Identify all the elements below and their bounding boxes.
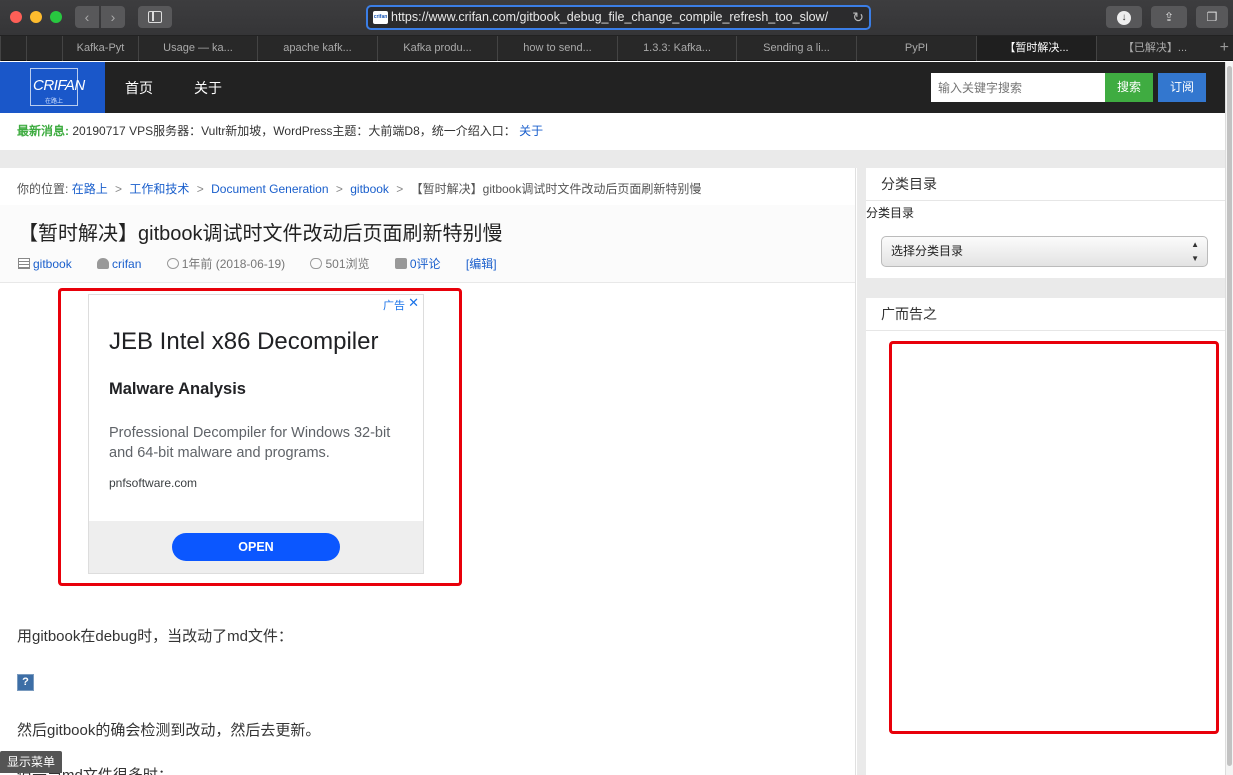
meta-edit: [编辑] [466,255,497,272]
tab-overview-button[interactable]: ❐ [1196,6,1228,28]
category-widget: 分类目录 分类目录 选择分类目录 ▲ ▼ [866,168,1226,278]
widget-title: 分类目录 [866,168,1226,201]
article-header: 【暂时解决】gitbook调试时文件改动后页面刷新特别慢 gitbook cri… [0,205,855,283]
breadcrumb-item[interactable]: Document Generation [211,182,328,196]
news-label: 最新消息: [17,124,69,138]
maximize-window-button[interactable] [50,11,62,23]
nav-home-link[interactable]: 首页 [125,78,153,98]
tab[interactable]: apache kafk... [257,36,377,61]
sidebar-toggle-button[interactable] [138,6,172,28]
nav-about-link[interactable]: 关于 [194,78,222,98]
meta-views: 501浏览 [310,255,370,272]
category-link[interactable]: gitbook [33,257,72,271]
article-meta: gitbook crifan 1年前 (2018-06-19) 501浏览 0评… [18,255,519,272]
category-icon [18,258,30,269]
breadcrumb: 你的位置: 在路上 > 工作和技术 > Document Generation … [17,180,701,197]
highlight-box [58,288,462,586]
site-logo[interactable]: CRIFAN 在路上 [0,62,105,113]
breadcrumb-separator: > [115,182,123,196]
site-favicon-icon: crifan [373,11,388,24]
clock-icon [166,258,179,269]
meta-date: 1年前 (2018-06-19) [166,255,286,272]
tab[interactable]: 【已解决】... [1096,36,1213,61]
date-text: 1年前 (2018-06-19) [181,257,286,271]
news-about-link[interactable]: 关于 [519,124,543,138]
section-divider [0,150,1225,168]
reload-icon[interactable]: ↻ [852,9,864,26]
category-select-value: 选择分类目录 [891,244,964,258]
category-label: 分类目录 [866,206,915,220]
logo-subtitle: 在路上 [44,99,63,105]
logo-text: CRIFAN [33,77,85,94]
address-bar[interactable]: crifan https://www.crifan.com/gitbook_de… [366,5,871,30]
category-select[interactable]: 选择分类目录 ▲ ▼ [881,236,1208,267]
tab-bar: Kafka-Pyt Usage — ka... apache kafk... K… [0,36,1233,61]
select-arrows-icon: ▲ ▼ [1191,240,1199,263]
chevron-left-icon: ‹ [84,9,90,25]
tab[interactable]: Usage — ka... [138,36,257,61]
search-button[interactable]: 搜索 [1105,73,1153,102]
broken-image-icon[interactable]: ? [17,674,34,691]
logo-frame: CRIFAN 在路上 [30,68,85,106]
breadcrumb-separator: > [196,182,204,196]
minimize-window-button[interactable] [30,11,42,23]
browser-toolbar: ‹ › crifan https://www.crifan.com/gitboo… [0,0,1233,36]
close-window-button[interactable] [10,11,22,23]
tab[interactable]: Sending a li... [736,36,856,61]
sidebar-icon [148,11,162,23]
tab[interactable]: Kafka produ... [377,36,497,61]
breadcrumb-separator: > [396,182,404,196]
breadcrumb-prefix: 你的位置: [17,182,69,196]
tab[interactable]: 1.3.3: Kafka... [617,36,736,61]
forward-button[interactable]: › [101,6,125,28]
subscribe-button[interactable]: 订阅 [1158,73,1206,102]
breadcrumb-item[interactable]: 在路上 [72,182,108,196]
chevron-right-icon: › [110,9,116,25]
share-button[interactable]: ⇪ [1151,6,1187,28]
article-paragraph: 用gitbook在debug时，当改动了md文件： [17,628,293,645]
meta-comments: 0评论 [394,255,441,272]
main-content: 你的位置: 在路上 > 工作和技术 > Document Generation … [0,168,856,775]
search-input[interactable] [931,73,1105,102]
back-button[interactable]: ‹ [75,6,99,28]
scrollbar-thumb[interactable] [1227,66,1232,766]
highlight-box [889,341,1219,734]
edit-link[interactable]: [编辑] [466,257,497,271]
news-bar: 最新消息: 20190717 VPS服务器：Vultr新加坡，WordPress… [0,113,1225,150]
breadcrumb-current: 【暂时解决】gitbook调试时文件改动后页面刷新特别慢 [410,182,702,196]
comment-icon [394,258,407,269]
tab-active[interactable]: 【暂时解决... [976,36,1096,61]
user-icon [97,258,110,269]
tab[interactable]: how to send... [497,36,617,61]
site-header: CRIFAN 在路上 首页 关于 搜索 订阅 [0,62,1225,113]
comments-link[interactable]: 0评论 [410,257,441,271]
url-text: https://www.crifan.com/gitbook_debug_fil… [391,10,829,24]
tabs-icon: ❐ [1206,10,1218,24]
views-text: 501浏览 [325,257,370,271]
download-icon: ↓ [1117,10,1131,25]
tab-pinned[interactable] [0,36,26,61]
tab-pinned[interactable] [26,36,62,61]
show-menu-button[interactable]: 显示菜单 [0,751,62,773]
tab[interactable]: Kafka-Pyt [62,36,138,61]
widget-title: 广而告之 [866,298,1226,331]
breadcrumb-item[interactable]: 工作和技术 [129,182,189,196]
meta-author: crifan [97,257,141,271]
downloads-button[interactable]: ↓ [1106,6,1142,28]
meta-category: gitbook [18,257,72,271]
new-tab-button[interactable]: + [1220,36,1229,60]
breadcrumb-separator: > [335,182,343,196]
article-paragraph: 然后gitbook的确会检测到改动，然后去更新。 [17,722,321,739]
tab[interactable]: PyPI [856,36,976,61]
page-title: 【暂时解决】gitbook调试时文件改动后页面刷新特别慢 [18,223,503,245]
author-link[interactable]: crifan [112,257,141,271]
breadcrumb-item[interactable]: gitbook [350,182,389,196]
news-text: 20190717 VPS服务器：Vultr新加坡，WordPress主题：大前端… [72,124,516,138]
eye-icon [310,258,323,269]
share-icon: ⇪ [1163,10,1175,24]
